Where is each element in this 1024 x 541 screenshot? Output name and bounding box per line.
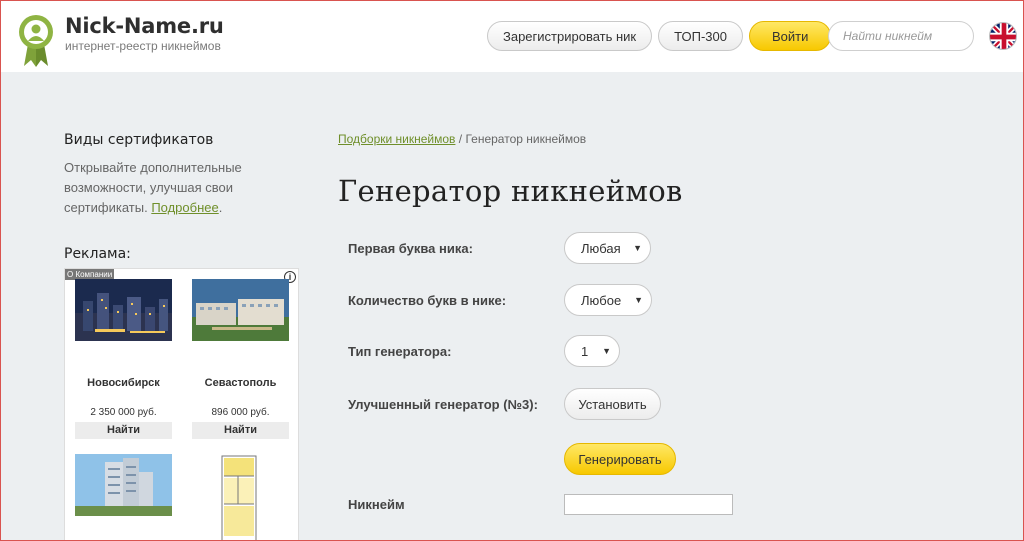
letter-count-value: Любое	[581, 292, 622, 308]
ad-price: 2 350 000 руб.	[90, 407, 157, 418]
generator-type-label: Тип генератора:	[348, 343, 452, 359]
certificates-title: Виды сертификатов	[64, 132, 214, 148]
top-nav: Зарегистрировать ник ТОП-300 Войти	[487, 21, 832, 51]
letter-count-label: Количество букв в нике:	[348, 292, 507, 308]
logo-badge-icon	[19, 14, 53, 68]
generate-button[interactable]: Генерировать	[564, 443, 676, 475]
breadcrumb-current: Генератор никнеймов	[465, 132, 587, 146]
ad-image-floor-plan[interactable]	[192, 454, 289, 541]
nickname-label: Никнейм	[348, 497, 405, 512]
chevron-down-icon: ▼	[602, 346, 611, 356]
ad-block: О Компании i Новосибирск 2 350 000 руб. …	[64, 268, 299, 541]
logo[interactable]: Nick-Name.ru интернет-реестр никнеймов	[19, 14, 224, 68]
uk-flag-icon[interactable]	[989, 22, 1017, 50]
certificates-period: .	[218, 200, 223, 215]
chevron-down-icon: ▼	[633, 243, 642, 253]
improved-generator-label: Улучшенный генератор (№3):	[348, 396, 538, 412]
ad-find-button[interactable]: Найти	[75, 422, 172, 439]
letter-count-row: Количество букв в нике: Любое ▼	[348, 284, 652, 316]
sidebar: Виды сертификатов Открывайте дополнитель…	[64, 132, 304, 541]
main-content: Подборки никнеймов / Генератор никнеймов…	[338, 132, 998, 208]
logo-subtitle: интернет-реестр никнеймов	[65, 39, 221, 53]
breadcrumb-link-collections[interactable]: Подборки никнеймов	[338, 132, 455, 146]
logo-title: Nick-Name.ru	[65, 14, 224, 38]
letter-count-select[interactable]: Любое ▼	[564, 284, 652, 316]
nickname-output-field[interactable]	[564, 494, 733, 515]
ads-title: Реклама:	[64, 246, 131, 262]
generator-type-row: Тип генератора: 1 ▼	[348, 335, 620, 367]
nickname-row: Никнейм	[348, 494, 733, 515]
chevron-down-icon: ▼	[634, 295, 643, 305]
register-nick-button[interactable]: Зарегистрировать ник	[487, 21, 653, 51]
breadcrumb-separator: /	[455, 132, 466, 146]
improved-generator-row: Улучшенный генератор (№3): Установить	[348, 388, 661, 420]
ad-item-floor-plan[interactable]	[192, 454, 289, 541]
first-letter-label: Первая буква ника:	[348, 240, 473, 256]
login-button[interactable]: Войти	[748, 21, 832, 51]
first-letter-row: Первая буква ника: Любая ▼	[348, 232, 651, 264]
certificates-more-link[interactable]: Подробнее	[151, 200, 218, 215]
site-header: Nick-Name.ru интернет-реестр никнеймов З…	[0, 0, 1024, 72]
first-letter-select[interactable]: Любая ▼	[564, 232, 651, 264]
ad-image-night-city[interactable]	[75, 279, 172, 341]
ad-price: 896 000 руб.	[211, 407, 270, 418]
page-title: Генератор никнеймов	[338, 174, 683, 208]
generate-row: Генерировать	[348, 443, 676, 475]
search-input[interactable]: Найти никнейм	[828, 21, 974, 51]
ad-item-sevastopol[interactable]: Севастополь 896 000 руб. Найти	[192, 279, 289, 439]
top300-button[interactable]: ТОП-300	[658, 21, 743, 51]
certificates-text: Открывайте дополнительные возможности, у…	[64, 158, 304, 218]
ad-image-highrise[interactable]	[75, 454, 172, 516]
breadcrumb: Подборки никнеймов / Генератор никнеймов	[338, 132, 998, 146]
ad-find-button[interactable]: Найти	[192, 422, 289, 439]
ad-city: Новосибирск	[87, 377, 160, 389]
install-button[interactable]: Установить	[564, 388, 661, 420]
generator-type-select[interactable]: 1 ▼	[564, 335, 620, 367]
ad-city: Севастополь	[204, 377, 277, 389]
first-letter-value: Любая	[581, 240, 621, 256]
ad-item-novosibirsk[interactable]: Новосибирск 2 350 000 руб. Найти	[75, 279, 172, 439]
generator-type-value: 1	[581, 343, 589, 359]
ad-image-residential-complex[interactable]	[192, 279, 289, 341]
ad-item-highrise[interactable]	[75, 454, 172, 516]
